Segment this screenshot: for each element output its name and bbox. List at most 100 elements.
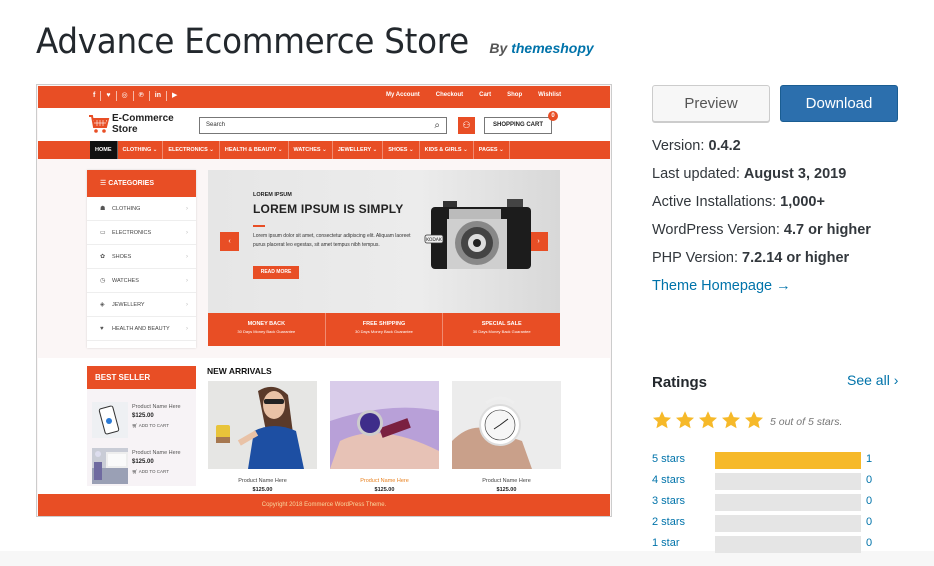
best-seller-info: Product Name Here $125.00 🛒︎ ADD TO CART	[132, 450, 181, 475]
new-arrival-price: $125.00	[252, 487, 273, 493]
phone-product-image	[92, 402, 128, 438]
rating-label[interactable]: 3 stars	[652, 495, 685, 507]
preview-nav-item: SHOES ⌄	[383, 141, 420, 159]
rating-bar	[715, 473, 861, 490]
star-filled-icon	[676, 411, 694, 429]
preview-nav-item: CLOTHING ⌄	[118, 141, 164, 159]
meta-wp-label: WordPress Version:	[652, 222, 780, 238]
alarm-clock-image	[452, 381, 561, 469]
theme-homepage-link[interactable]: Theme Homepage →	[652, 278, 791, 294]
top-link: Cart	[479, 92, 492, 98]
star-filled-icon	[745, 411, 763, 429]
new-arrivals-heading: NEW ARRIVALS	[207, 366, 272, 376]
meta-version: Version: 0.4.2	[652, 138, 741, 154]
feature-title: SPECIAL SALE	[481, 321, 522, 327]
new-arrival-card: Product Name Here $125.00	[330, 381, 439, 493]
preview-nav-item: ELECTRONICS ⌄	[163, 141, 220, 159]
slider-prev-icon: ‹	[220, 232, 239, 251]
linkedin-icon: in	[150, 91, 168, 101]
download-button[interactable]: Download	[780, 85, 898, 122]
rating-summary: 5 out of 5 stars.	[770, 416, 843, 428]
best-seller-name: Product Name Here	[132, 450, 181, 456]
store-logo: E-Commerce Store	[88, 113, 174, 135]
meta-php-version: PHP Version: 7.2.14 or higher	[652, 250, 849, 266]
best-seller-item: Product Name Here $125.00 🛒︎ ADD TO CART	[92, 402, 192, 442]
top-link: Shop	[507, 92, 523, 98]
preview-nav-item: HOME	[90, 141, 118, 159]
preview-topbar: f ♥ ◎ ℗ in ▶ My Account Checkout Cart Shop Wishli…	[38, 86, 610, 108]
page-bottom-band	[0, 551, 934, 566]
rating-label[interactable]: 2 stars	[652, 516, 685, 528]
wristwatch-image	[330, 381, 439, 469]
rating-row[interactable]: 1 star 0	[652, 536, 892, 553]
category-item: ▭ ELECTRONICS ›	[87, 221, 196, 245]
rating-label[interactable]: 1 star	[652, 537, 680, 549]
logo-line-1: E-Commerce	[112, 113, 174, 124]
preview-footer: Copyright 2018 Eommerce WordPress Theme.	[38, 494, 610, 516]
category-icon: ♥	[100, 325, 104, 332]
category-label: CLOTHING	[112, 205, 141, 212]
instagram-icon: ◎	[117, 91, 134, 101]
rating-bar	[715, 494, 861, 511]
cart-icon: 🛒︎	[132, 423, 139, 428]
rating-row[interactable]: 2 stars 0	[652, 515, 892, 532]
rating-row[interactable]: 4 stars 0	[652, 473, 892, 490]
chevron-right-icon: ›	[186, 205, 188, 212]
preview-search-placeholder: Search	[206, 122, 226, 128]
rating-label[interactable]: 5 stars	[652, 453, 685, 465]
cart-count-badge: 0	[548, 111, 558, 121]
logo-line-2: Store	[112, 124, 138, 135]
see-all-ratings-link[interactable]: See all ›	[847, 372, 898, 388]
author-link[interactable]: themeshopy	[511, 40, 593, 56]
category-label: ELECTRONICS	[112, 229, 152, 236]
slider-read-more: READ MORE	[253, 266, 299, 279]
cart-icon: 🛒︎	[132, 469, 139, 474]
new-arrival-name: Product Name Here	[238, 478, 287, 484]
theme-header: Advance Ecommerce Store By themeshopy	[36, 22, 594, 62]
category-list: ☗ CLOTHING › ▭ ELECTRONICS › ✿ SHOES › ◷ WATCHES › ◈…	[87, 197, 196, 341]
slider-body: Lorem ipsum dolor sit amet, consectetur …	[253, 233, 411, 248]
preview-nav-item: KIDS & GIRLS ⌄	[420, 141, 474, 159]
preview-categories: ☰ CATEGORIES ☗ CLOTHING › ▭ ELECTRONICS › ✿ SHO…	[87, 170, 196, 348]
best-seller-name: Product Name Here	[132, 404, 181, 410]
new-arrival-price: $125.00	[374, 487, 395, 493]
category-item: ✿ SHOES ›	[87, 245, 196, 269]
woman-coffee-image	[208, 381, 317, 469]
rating-count: 0	[866, 516, 873, 528]
category-label: SHOES	[112, 253, 132, 260]
rating-row[interactable]: 5 stars 1	[652, 452, 892, 469]
star-filled-icon	[699, 411, 717, 429]
category-item: ♥ HEALTH AND BEAUTY ›	[87, 317, 196, 341]
meta-version-label: Version:	[652, 138, 705, 154]
top-link: My Account	[386, 92, 420, 98]
new-arrival-name: Product Name Here	[482, 478, 531, 484]
category-icon: ◷	[100, 278, 106, 284]
feature-subtitle: 30 Days Money Back Guarantee	[237, 329, 296, 334]
category-item: ◈ JEWELLERY ›	[87, 293, 196, 317]
preview-nav-item: HEALTH & BEAUTY ⌄	[220, 141, 289, 159]
preview-button[interactable]: Preview	[652, 85, 770, 122]
category-icon: ☗	[100, 206, 106, 212]
by-prefix: By	[489, 40, 508, 56]
slider-kicker: LOREM IPSUM	[253, 192, 292, 198]
author-byline: By themeshopy	[489, 40, 593, 56]
menu-icon: ☰	[100, 180, 109, 187]
meta-last-updated: Last updated: August 3, 2019	[652, 166, 846, 182]
best-seller-panel: BEST SELLER Product Name Here $125.00 🛒︎…	[87, 366, 196, 486]
meta-installs-value: 1,000+	[780, 194, 825, 210]
star-filled-icon	[722, 411, 740, 429]
feature-item: SPECIAL SALE 30 Days Money Back Guarantee	[443, 313, 560, 346]
new-arrival-card: Product Name Here $125.00	[208, 381, 317, 493]
top-link: Checkout	[435, 92, 464, 98]
rating-row[interactable]: 3 stars 0	[652, 494, 892, 511]
rating-label[interactable]: 4 stars	[652, 474, 685, 486]
rating-bar-fill	[715, 452, 861, 469]
categories-heading: ☰ CATEGORIES	[87, 170, 196, 197]
social-icons: f ♥ ◎ ℗ in ▶	[88, 91, 182, 101]
slider-heading: LOREM IPSUM IS SIMPLY	[253, 202, 404, 216]
best-seller-heading: BEST SELLER	[87, 366, 196, 389]
rating-bar	[715, 452, 861, 469]
youtube-icon: ▶	[172, 92, 178, 99]
feature-subtitle: 30 Days Money Back Guarantee	[472, 329, 531, 334]
chevron-right-icon: ›	[186, 325, 188, 332]
